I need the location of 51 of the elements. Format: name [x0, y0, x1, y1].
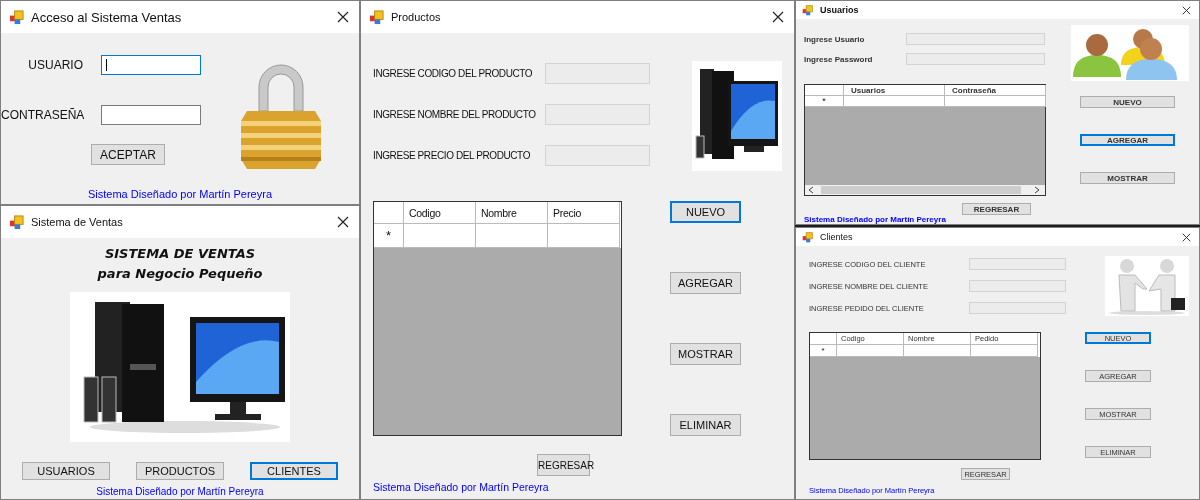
- window-title: Clientes: [820, 232, 854, 242]
- credit-text: Sistema Diseñado por Martín Pereyra: [87, 188, 273, 202]
- action-button[interactable]: ELIMINAR: [670, 414, 741, 436]
- field-label: CONTRASEÑA: [1, 108, 83, 122]
- credit-text: Sistema Diseñado por Martín Pereyra: [96, 486, 264, 499]
- close-icon[interactable]: [337, 216, 349, 228]
- accept-button[interactable]: ACEPTAR: [91, 144, 165, 165]
- app-icon: [802, 231, 813, 243]
- horizontal-scrollbar[interactable]: [805, 185, 1045, 195]
- app-icon: [369, 9, 384, 25]
- field-label: INGRESE PRECIO DEL PRODUCTO: [373, 150, 531, 161]
- close-icon[interactable]: [772, 11, 784, 23]
- field-label: Ingrese Password: [804, 54, 874, 64]
- field-label: INGRESE NOMBRE DEL PRODUCTO: [373, 109, 537, 120]
- field-label: INGRESE CODIGO DEL PRODUCTO: [373, 68, 534, 79]
- table-cell[interactable]: [945, 96, 1046, 107]
- close-icon[interactable]: [1182, 232, 1191, 242]
- heading: SISTEMA DE VENTAS: [104, 245, 256, 263]
- table-cell[interactable]: [548, 224, 620, 248]
- table-cell[interactable]: [844, 96, 945, 107]
- credit-text: Sistema Diseñado por Martín Pereyra: [373, 481, 549, 495]
- menu-button[interactable]: CLIENTES: [250, 462, 338, 480]
- table-cell[interactable]: [476, 224, 548, 248]
- action-button[interactable]: MOSTRAR: [670, 343, 741, 365]
- input-field[interactable]: [101, 55, 201, 75]
- close-icon[interactable]: [1182, 5, 1191, 15]
- action-button[interactable]: AGREGAR: [1080, 134, 1175, 146]
- field-label: Ingrese Usuario: [804, 34, 866, 44]
- table-cell[interactable]: [971, 345, 1038, 357]
- action-button[interactable]: NUEVO: [670, 201, 741, 223]
- action-button[interactable]: AGREGAR: [670, 272, 741, 294]
- table-cell[interactable]: [837, 345, 904, 357]
- app-icon: [802, 4, 813, 16]
- window-title: Acceso al Sistema Ventas: [31, 9, 183, 25]
- field-label: USUARIO: [27, 58, 83, 72]
- window-title: Sistema de Ventas: [31, 216, 124, 228]
- credit-text: Sistema Diseñado por Martín Pereyra: [804, 215, 946, 226]
- action-button[interactable]: NUEVO: [1080, 96, 1175, 108]
- menu-button[interactable]: USUARIOS: [22, 462, 110, 480]
- table-cell[interactable]: [904, 345, 971, 357]
- menu-button[interactable]: PRODUCTOS: [136, 462, 224, 480]
- window-title: Productos: [391, 11, 442, 23]
- action-button[interactable]: MOSTRAR: [1080, 172, 1175, 184]
- table-cell[interactable]: [404, 224, 476, 248]
- close-icon[interactable]: [337, 11, 349, 23]
- window-title: Usuarios: [820, 5, 860, 15]
- app-icon: [9, 9, 24, 25]
- back-button[interactable]: REGRESAR: [962, 203, 1031, 215]
- heading: para Negocio Pequeño: [97, 265, 263, 283]
- app-icon: [9, 214, 24, 230]
- input-field[interactable]: [101, 105, 201, 125]
